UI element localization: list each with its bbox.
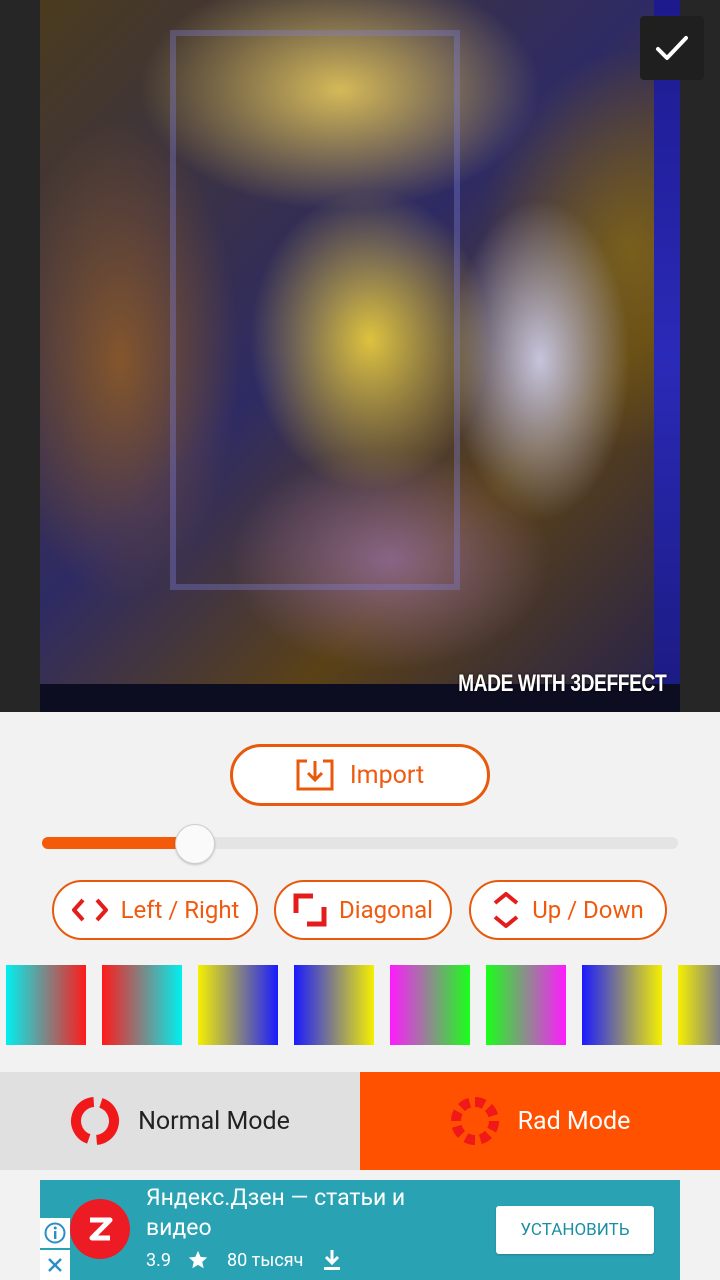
ad-install-button[interactable]: УСТАНОВИТЬ xyxy=(496,1206,654,1254)
effect-photo xyxy=(40,0,680,712)
ad-rating: 3.9 xyxy=(146,1249,171,1271)
color-shift-edge xyxy=(654,0,680,712)
mode-bar: Normal Mode Rad Mode xyxy=(0,1072,720,1170)
check-icon xyxy=(656,36,688,60)
diagonal-label: Diagonal xyxy=(339,896,433,924)
left-right-label: Left / Right xyxy=(120,896,240,924)
ghost-layer xyxy=(170,30,460,590)
ad-info-icon[interactable] xyxy=(40,1218,70,1248)
normal-mode-button[interactable]: Normal Mode xyxy=(0,1072,360,1170)
ad-downloads: 80 тысяч xyxy=(226,1249,304,1271)
ad-close-icon[interactable] xyxy=(40,1250,70,1280)
color-swatch[interactable] xyxy=(102,965,182,1045)
rad-mode-label: Rad Mode xyxy=(517,1106,631,1136)
color-swatch[interactable] xyxy=(294,965,374,1045)
import-label: Import xyxy=(349,760,425,790)
star-icon xyxy=(188,1250,208,1269)
color-swatch[interactable] xyxy=(198,965,278,1045)
import-icon xyxy=(296,759,334,791)
up-down-button[interactable]: Up / Down xyxy=(469,880,667,940)
normal-mode-icon xyxy=(71,1097,120,1145)
download-icon xyxy=(324,1250,341,1270)
rad-mode-button[interactable]: Rad Mode xyxy=(360,1072,720,1170)
effect-controls: Import Left / Right Diagonal Up / Down xyxy=(0,712,720,1072)
photo-preview-area: MADE WITH 3DEFFECT xyxy=(0,0,720,712)
color-swatch[interactable] xyxy=(582,965,662,1045)
color-swatch[interactable] xyxy=(678,965,720,1045)
zen-logo-icon xyxy=(89,1217,113,1241)
diagonal-button[interactable]: Diagonal xyxy=(274,880,452,940)
rad-mode-icon xyxy=(450,1097,499,1145)
slider-thumb[interactable] xyxy=(174,824,215,864)
import-button[interactable]: Import xyxy=(230,744,490,806)
left-right-arrows-icon xyxy=(71,898,108,922)
ad-meta: 3.9 80 тысяч xyxy=(146,1248,343,1272)
up-down-label: Up / Down xyxy=(532,896,644,924)
color-swatch[interactable] xyxy=(6,965,86,1045)
diagonal-corners-icon xyxy=(293,893,327,927)
up-down-arrows-icon xyxy=(493,892,519,928)
confirm-button[interactable] xyxy=(640,16,704,80)
color-swatch-strip xyxy=(0,965,720,1045)
slider-fill xyxy=(42,837,195,849)
color-swatch[interactable] xyxy=(486,965,566,1045)
left-right-button[interactable]: Left / Right xyxy=(52,880,258,940)
intensity-slider[interactable] xyxy=(42,824,678,864)
normal-mode-label: Normal Mode xyxy=(138,1106,290,1136)
ad-title[interactable]: Яндекс.Дзен — статьи и видео xyxy=(146,1183,476,1243)
watermark-text: MADE WITH 3DEFFECT xyxy=(457,670,667,697)
ad-app-logo[interactable] xyxy=(70,1199,130,1259)
color-swatch[interactable] xyxy=(390,965,470,1045)
